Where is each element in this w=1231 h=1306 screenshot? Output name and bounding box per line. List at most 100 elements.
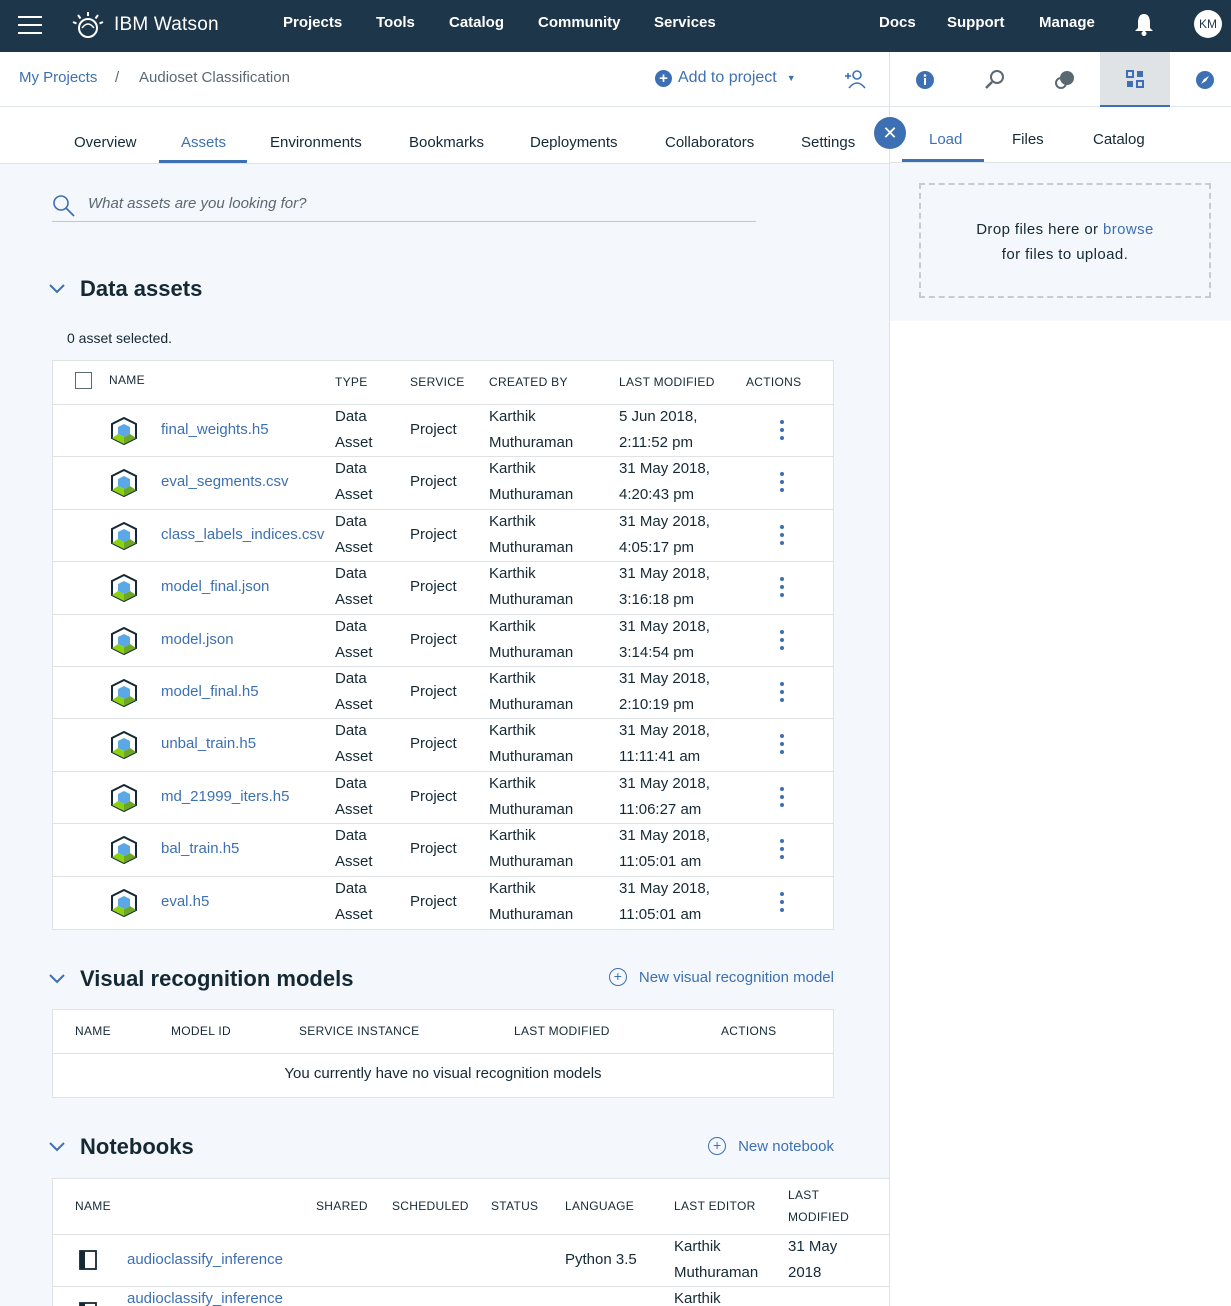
tab-settings[interactable]: Settings xyxy=(801,134,855,151)
overflow-menu-icon[interactable] xyxy=(780,420,786,444)
notebook-editor-last: Muthuraman xyxy=(674,1264,759,1281)
nav-catalog[interactable]: Catalog xyxy=(449,14,504,31)
asset-name[interactable]: model.json xyxy=(161,627,234,653)
asset-search-input[interactable]: What assets are you looking for? xyxy=(52,188,756,222)
asset-service: Project xyxy=(410,735,457,753)
nav-docs[interactable]: Docs xyxy=(879,14,916,31)
col-name[interactable]: NAME xyxy=(109,373,145,387)
panel-tab-load[interactable]: Load xyxy=(929,131,962,148)
brand[interactable]: IBM Watson xyxy=(72,10,219,40)
asset-created-by-last: Muthuraman xyxy=(489,800,574,818)
table-row[interactable]: bal_train.h5 Data Asset Project Karthik Muthu… xyxy=(53,824,833,877)
explore-button[interactable] xyxy=(1170,52,1231,107)
table-row[interactable]: eval_segments.csv Data Asset Project Karthik… xyxy=(53,457,833,510)
overflow-menu-icon[interactable] xyxy=(780,472,786,496)
overflow-menu-icon[interactable] xyxy=(780,681,786,706)
asset-name[interactable]: bal_train.h5 xyxy=(161,836,239,862)
bell-icon[interactable] xyxy=(1133,12,1155,36)
overflow-menu-icon[interactable] xyxy=(780,577,786,601)
data-asset-icon xyxy=(111,678,137,708)
table-row[interactable]: unbal_train.h5 Data Asset Project Karthik Mut… xyxy=(53,719,833,772)
overflow-menu-icon[interactable] xyxy=(780,839,786,863)
info-button[interactable] xyxy=(890,52,960,107)
col-type[interactable]: TYPE xyxy=(335,375,368,389)
data-button[interactable] xyxy=(1100,52,1170,107)
asset-created-by-first: Karthik xyxy=(489,722,536,740)
chat-icon xyxy=(1055,70,1074,89)
close-panel-button[interactable]: ✕ xyxy=(874,117,906,149)
tab-assets[interactable]: Assets xyxy=(181,134,226,151)
empty-state-message: You currently have no visual recognition… xyxy=(284,1065,602,1082)
asset-name[interactable]: eval.h5 xyxy=(161,889,209,915)
nav-support[interactable]: Support xyxy=(947,14,1005,31)
table-row[interactable]: eval.h5 Data Asset Project Karthik Muthuraman… xyxy=(53,877,833,929)
panel-tab-catalog[interactable]: Catalog xyxy=(1093,131,1145,148)
browse-link[interactable]: browse xyxy=(1103,221,1154,238)
asset-type-line1: Data xyxy=(335,617,367,635)
notebooks-header[interactable]: Notebooks xyxy=(48,1134,194,1160)
asset-type-line1: Data xyxy=(335,512,367,530)
table-row[interactable]: final_weights.h5 Data Asset Project Karthik M… xyxy=(53,405,833,458)
panel-tabs: Load Files Catalog xyxy=(890,107,1231,163)
overflow-menu-icon[interactable] xyxy=(780,629,786,654)
tab-overview[interactable]: Overview xyxy=(74,134,137,151)
asset-name[interactable]: model_final.json xyxy=(161,574,269,600)
asset-name[interactable]: md_21999_iters.h5 xyxy=(161,784,289,810)
col-created-by[interactable]: CREATED BY xyxy=(489,375,568,389)
notebook-name[interactable]: audioclassify_inference xyxy=(127,1286,283,1306)
col-last-modified[interactable]: LAST MODIFIED xyxy=(619,375,715,389)
file-drop-zone[interactable]: Drop files here or browse for files to u… xyxy=(919,183,1211,298)
tab-bookmarks[interactable]: Bookmarks xyxy=(409,134,484,151)
tab-environments[interactable]: Environments xyxy=(270,134,362,151)
table-row[interactable]: md_21999_iters.h5 Data Asset Project Karthik… xyxy=(53,772,833,825)
tab-deployments[interactable]: Deployments xyxy=(530,134,618,151)
notebook-modified-date: 31 May xyxy=(788,1238,838,1255)
asset-modified-time: 11:11:41 am xyxy=(619,748,701,766)
panel-tab-files[interactable]: Files xyxy=(1012,131,1044,148)
new-visual-recognition-model-link[interactable]: + New visual recognition model xyxy=(608,968,834,986)
asset-created-by-first: Karthik xyxy=(489,460,536,478)
asset-name[interactable]: final_weights.h5 xyxy=(161,417,269,443)
asset-type-line1: Data xyxy=(335,774,367,792)
overflow-menu-icon[interactable] xyxy=(780,524,786,549)
asset-name[interactable]: class_labels_indices.csv xyxy=(161,522,324,548)
table-row[interactable]: model.json Data Asset Project Karthik Muthura… xyxy=(53,615,833,667)
table-row[interactable]: model_final.json Data Asset Project Karthik M… xyxy=(53,562,833,615)
overflow-menu-icon[interactable] xyxy=(780,891,786,916)
asset-name[interactable]: model_final.h5 xyxy=(161,679,259,705)
find-data-button[interactable] xyxy=(960,52,1030,107)
breadcrumb-my-projects[interactable]: My Projects xyxy=(19,69,97,86)
avatar[interactable]: KM xyxy=(1194,10,1222,38)
nav-tools[interactable]: Tools xyxy=(376,14,415,31)
data-assets-header[interactable]: Data assets xyxy=(48,276,202,302)
table-row[interactable]: audioclassify_inference Karthik xyxy=(53,1287,889,1306)
asset-name[interactable]: eval_segments.csv xyxy=(161,469,289,495)
nav-services[interactable]: Services xyxy=(654,14,716,31)
nav-manage[interactable]: Manage xyxy=(1039,14,1095,31)
chevron-down-icon: ▼ xyxy=(786,73,796,83)
overflow-menu-icon[interactable] xyxy=(780,786,786,811)
new-notebook-link[interactable]: + New notebook xyxy=(708,1137,834,1155)
menu-icon[interactable] xyxy=(18,16,42,36)
add-to-project-button[interactable]: + Add to project ▼ xyxy=(655,69,796,87)
table-row[interactable]: model_final.h5 Data Asset Project Karthik Mut… xyxy=(53,667,833,720)
col-service[interactable]: SERVICE xyxy=(410,375,465,389)
table-row[interactable]: audioclassify_inference Python 3.5 Karth… xyxy=(53,1235,889,1287)
nav-community[interactable]: Community xyxy=(538,14,621,31)
asset-name[interactable]: unbal_train.h5 xyxy=(161,731,256,757)
add-collaborator-icon[interactable] xyxy=(844,68,866,90)
overflow-menu-icon[interactable] xyxy=(780,734,786,758)
nav-projects[interactable]: Projects xyxy=(283,14,342,31)
data-asset-icon xyxy=(111,731,137,760)
select-all-checkbox[interactable] xyxy=(75,372,92,389)
notebook-name[interactable]: audioclassify_inference xyxy=(127,1247,283,1273)
col-status: STATUS xyxy=(491,1199,539,1213)
tab-collaborators[interactable]: Collaborators xyxy=(665,134,754,151)
table-row[interactable]: class_labels_indices.csv Data Asset Project… xyxy=(53,510,833,563)
col-last-modified-2: MODIFIED xyxy=(788,1210,850,1224)
asset-type-line1: Data xyxy=(335,879,367,897)
community-button[interactable] xyxy=(1030,52,1100,107)
visual-recognition-header[interactable]: Visual recognition models xyxy=(48,966,353,992)
col-last-modified-1: LAST xyxy=(788,1188,820,1202)
notebook-modified-year: 2018 xyxy=(788,1264,822,1281)
